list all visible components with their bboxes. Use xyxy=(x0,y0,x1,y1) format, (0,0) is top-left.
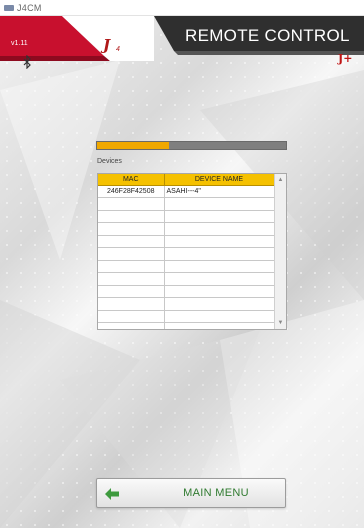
empty-cell xyxy=(164,222,275,236)
empty-cell xyxy=(98,322,165,329)
logo-sub: 4 xyxy=(116,46,120,53)
main-menu-button[interactable]: MAIN MENU xyxy=(96,478,286,508)
table-row-empty[interactable] xyxy=(98,285,275,298)
mac-cell: 246F28F42508 xyxy=(98,185,165,198)
empty-cell xyxy=(98,297,165,311)
devices-grid[interactable]: MAC DEVICE NAME 246F28F42508 ASAHI---4" ▲… xyxy=(97,173,287,330)
empty-cell xyxy=(164,197,275,211)
table-row-empty[interactable] xyxy=(98,310,275,323)
table-row[interactable]: 246F28F42508 ASAHI---4" xyxy=(98,185,275,198)
column-header-device-name[interactable]: DEVICE NAME xyxy=(164,174,275,186)
empty-cell xyxy=(98,235,165,248)
empty-cell xyxy=(98,247,165,261)
empty-cell xyxy=(164,285,275,298)
empty-cell xyxy=(98,285,165,298)
scroll-up-icon[interactable]: ▲ xyxy=(275,175,286,185)
empty-cell xyxy=(164,272,275,286)
window-titlebar: J4CM xyxy=(0,0,364,16)
table-row-empty[interactable] xyxy=(98,297,275,311)
progress-fill xyxy=(97,142,169,149)
empty-cell xyxy=(164,322,275,329)
logo: J xyxy=(103,36,111,54)
empty-cell xyxy=(98,310,165,323)
empty-cell xyxy=(164,297,275,311)
app-icon xyxy=(4,4,14,11)
devices-label: Devices xyxy=(97,158,122,165)
table-row-empty[interactable] xyxy=(98,322,275,329)
table-row-empty[interactable] xyxy=(98,222,275,236)
empty-cell xyxy=(164,310,275,323)
window-title: J4CM xyxy=(17,2,42,13)
table-row-empty[interactable] xyxy=(98,247,275,261)
scroll-down-icon[interactable]: ▼ xyxy=(275,318,286,328)
table-row-empty[interactable] xyxy=(98,235,275,248)
device-name-cell: ASAHI---4" xyxy=(164,185,275,198)
devices-table: MAC DEVICE NAME 246F28F42508 ASAHI---4" xyxy=(98,174,275,329)
empty-cell xyxy=(98,260,165,273)
empty-cell xyxy=(98,197,165,211)
empty-cell xyxy=(98,210,165,223)
empty-cell xyxy=(164,260,275,273)
empty-cell xyxy=(164,235,275,248)
devices-table-body: 246F28F42508 ASAHI---4" xyxy=(98,185,275,329)
vertical-scrollbar[interactable]: ▲ ▼ xyxy=(274,174,286,329)
table-row-empty[interactable] xyxy=(98,197,275,211)
table-header-row: MAC DEVICE NAME xyxy=(98,174,275,186)
empty-cell xyxy=(98,222,165,236)
empty-cell xyxy=(98,272,165,286)
app-version: v1.11 xyxy=(11,40,28,47)
table-row-empty[interactable] xyxy=(98,272,275,286)
arrow-left-icon xyxy=(105,488,119,500)
main-menu-label: MAIN MENU xyxy=(183,487,249,499)
table-row-empty[interactable] xyxy=(98,260,275,273)
page-title: REMOTE CONTROL xyxy=(185,26,350,45)
column-header-mac[interactable]: MAC xyxy=(98,174,165,186)
bluetooth-icon xyxy=(23,55,31,69)
progress-bar xyxy=(96,141,287,150)
empty-cell xyxy=(164,247,275,261)
table-row-empty[interactable] xyxy=(98,210,275,223)
brand-mark: J+ xyxy=(338,52,353,65)
empty-cell xyxy=(164,210,275,223)
